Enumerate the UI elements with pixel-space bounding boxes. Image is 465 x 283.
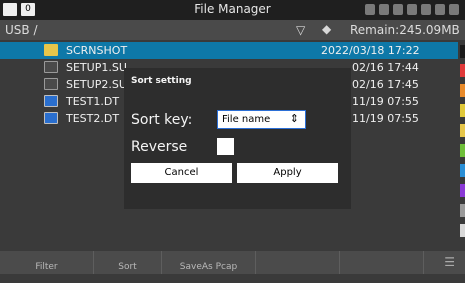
filter-softkey[interactable]: Filter: [0, 251, 94, 274]
saveas-pcap-softkey[interactable]: SaveAs Pcap: [162, 251, 256, 274]
status-icons: [365, 4, 459, 15]
file-date: 11/19 07:55: [352, 95, 419, 108]
channel-color-bar: [460, 124, 465, 137]
dialog-title: Sort setting: [131, 76, 192, 86]
channel-color-bar: [460, 45, 465, 58]
updown-icon: ⇕: [289, 112, 299, 125]
file-date: 11/19 07:55: [352, 112, 419, 125]
setup-file-icon: [44, 61, 58, 73]
data-file-icon: [44, 95, 58, 107]
power-icon: [449, 4, 459, 15]
folder-icon: [44, 44, 58, 56]
sort-key-value: File name: [222, 114, 271, 125]
battery-icon: [435, 4, 445, 15]
apply-button[interactable]: Apply: [237, 163, 338, 183]
sort-key-select[interactable]: File name ⇕: [217, 110, 306, 129]
channel-color-bar: [460, 184, 465, 197]
file-name: TEST2.DT: [66, 112, 120, 125]
printer-icon: [365, 4, 375, 15]
file-name: SETUP1.SU: [66, 61, 127, 74]
softkey-5[interactable]: [340, 251, 424, 274]
soft-key-bar: Filter Sort SaveAs Pcap ☰: [0, 251, 465, 274]
current-path: USB /: [5, 23, 38, 37]
channel-color-bar: [460, 144, 465, 157]
sort-icon[interactable]: ◆: [322, 22, 331, 36]
reverse-label: Reverse: [131, 139, 188, 155]
menu-lines-icon[interactable]: ☰: [444, 255, 455, 269]
sort-setting-dialog: Sort setting Sort key: File name ⇕ Rever…: [124, 68, 351, 209]
title-bar: 0 File Manager: [0, 0, 465, 20]
channel-color-bar: [460, 64, 465, 77]
softkey-4[interactable]: [256, 251, 340, 274]
remaining-space: Remain:245.09MB: [350, 23, 460, 37]
sort-key-label: Sort key:: [131, 112, 193, 128]
path-bar: USB / ▽ ◆ Remain:245.09MB: [0, 20, 465, 40]
file-name: SETUP2.SU: [66, 78, 127, 91]
tool-icon: [421, 4, 431, 15]
network-icon: [393, 4, 403, 15]
file-name: TEST1.DT: [66, 95, 120, 108]
filter-icon[interactable]: ▽: [296, 23, 305, 37]
channel-color-bar: [460, 84, 465, 97]
channel-color-bar: [460, 104, 465, 117]
channel-color-bar: [460, 204, 465, 217]
reverse-checkbox[interactable]: [217, 138, 234, 155]
usb-icon: [407, 4, 417, 15]
channel-color-bar: [460, 224, 465, 237]
file-row[interactable]: SCRNSHOT 2022/03/18 17:22: [0, 42, 458, 59]
channel-color-bar: [460, 164, 465, 177]
cancel-button[interactable]: Cancel: [131, 163, 232, 183]
file-date: 02/16 17:44: [352, 61, 419, 74]
data-file-icon: [44, 112, 58, 124]
file-date: 02/16 17:45: [352, 78, 419, 91]
file-name: SCRNSHOT: [66, 44, 128, 57]
file-date: 2022/03/18 17:22: [321, 44, 420, 57]
sort-softkey[interactable]: Sort: [94, 251, 162, 274]
wifi-icon: [379, 4, 389, 15]
setup-file-icon: [44, 78, 58, 90]
